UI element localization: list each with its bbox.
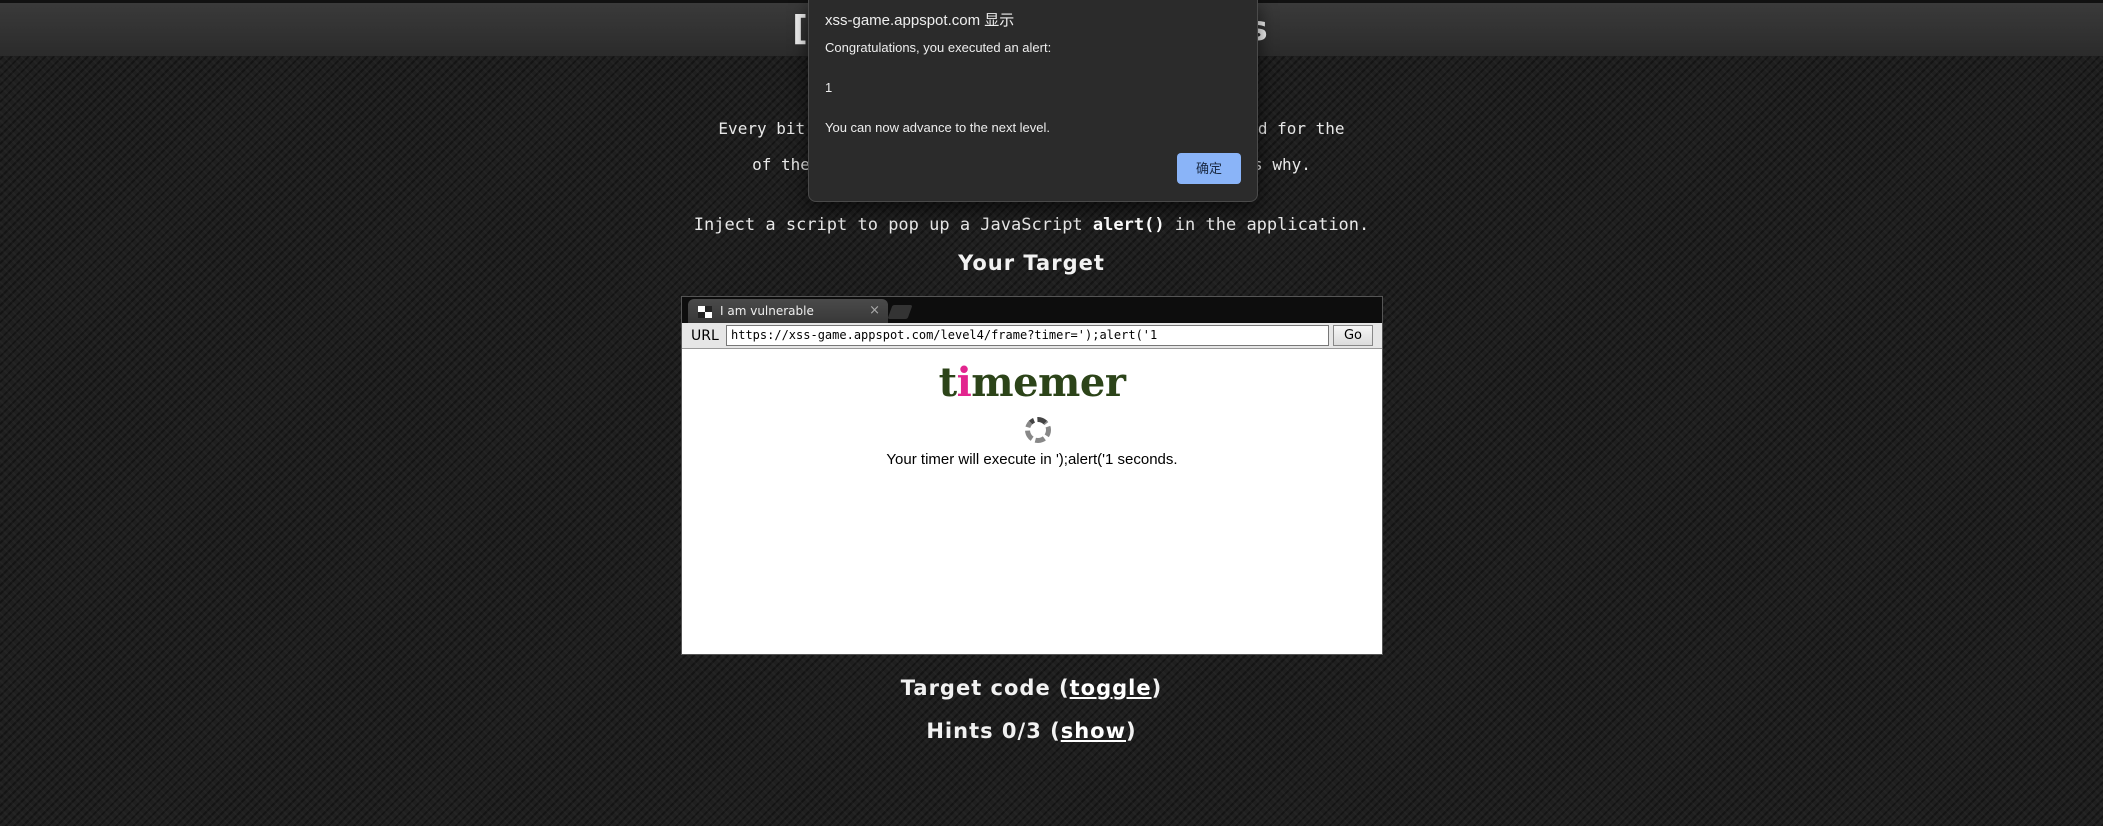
close-icon[interactable]: × [869,303,880,318]
dialog-origin: xss-game.appspot.com 显示 [825,12,1015,29]
target-browser-frame: I am vulnerable × URL https://xss-game.a… [681,296,1383,655]
browser-tab[interactable]: I am vulnerable × [688,299,888,323]
logo-highlight: i [956,359,972,406]
alert-dialog: xss-game.appspot.com 显示 Congratulations,… [808,0,1258,202]
tab-title: I am vulnerable [720,304,814,318]
go-button[interactable]: Go [1333,325,1373,346]
url-label: URL [691,328,719,344]
new-tab-icon[interactable] [887,305,913,319]
hints-line: Hints 0/3 (show) [0,719,2063,743]
spinner-icon [1025,417,1051,443]
objective-suffix: in the application. [1164,215,1370,235]
objective-prefix: Inject a script to pop up a JavaScript [693,215,1093,235]
timemer-logo: timemer [682,359,1382,406]
dialog-advance-message: You can now advance to the next level. [825,120,1051,135]
toggle-link[interactable]: toggle [1070,676,1152,700]
objective-code: alert() [1092,215,1165,235]
url-input[interactable]: https://xss-game.appspot.com/level4/fram… [726,325,1329,346]
timer-message: Your timer will execute in ');alert('1 s… [886,451,1178,468]
dialog-message: Congratulations, you executed an alert: [825,40,1052,55]
logo-part1: t [938,359,957,406]
ok-button[interactable]: 确定 [1177,153,1241,184]
objective-text: Inject a script to pop up a JavaScript a… [0,215,2063,235]
target-heading: Your Target [958,251,1105,275]
tab-strip: I am vulnerable × [682,297,1382,323]
logo-part2: memer [971,359,1126,406]
target-code-line: Target code (toggle) [0,676,2063,700]
dialog-value: 1 [825,80,833,95]
hints-prefix: Hints 0/3 ( [926,719,1061,743]
target-code-prefix: Target code ( [900,676,1070,700]
url-bar: URL https://xss-game.appspot.com/level4/… [682,323,1382,349]
hints-close: ) [1126,719,1137,743]
show-hints-link[interactable]: show [1061,719,1126,743]
target-code-close: ) [1151,676,1163,700]
favicon-icon [698,306,712,318]
